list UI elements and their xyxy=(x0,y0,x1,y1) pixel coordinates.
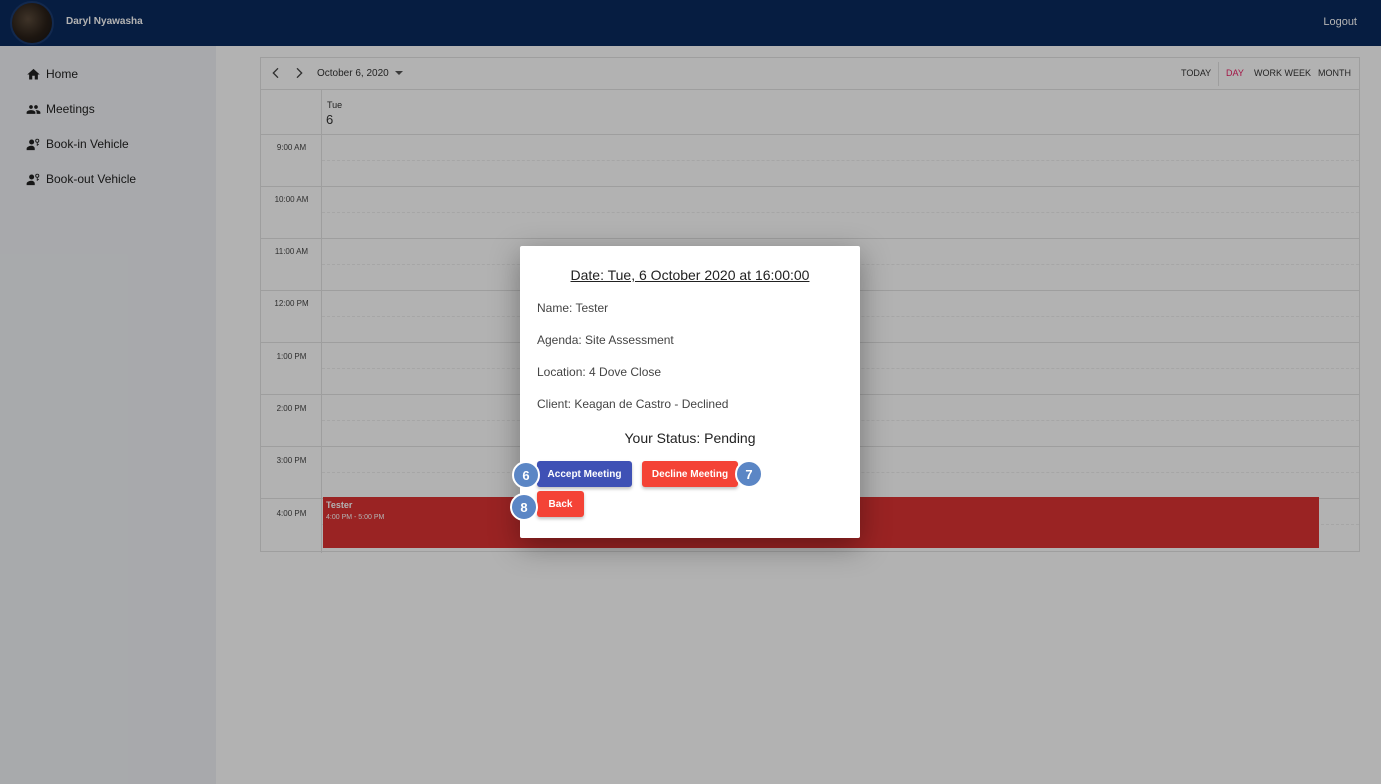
accept-meeting-button[interactable]: Accept Meeting xyxy=(537,461,632,487)
back-button[interactable]: Back xyxy=(537,491,584,517)
meeting-client: Client: Keagan de Castro - Declined xyxy=(537,397,729,411)
step-marker: 6 xyxy=(512,461,540,489)
status-text: Your Status: Pending xyxy=(624,430,756,446)
step-marker: 8 xyxy=(510,493,538,521)
meeting-name: Name: Tester xyxy=(537,301,609,315)
meeting-location: Location: 4 Dove Close xyxy=(537,365,662,379)
dialog-title: Date: Tue, 6 October 2020 at 16:00:00 xyxy=(570,267,810,283)
decline-meeting-button[interactable]: Decline Meeting xyxy=(642,461,738,487)
step-marker: 7 xyxy=(735,460,763,488)
meeting-details-dialog: Date: Tue, 6 October 2020 at 16:00:00 Na… xyxy=(520,246,860,538)
meeting-agenda: Agenda: Site Assessment xyxy=(537,333,674,347)
